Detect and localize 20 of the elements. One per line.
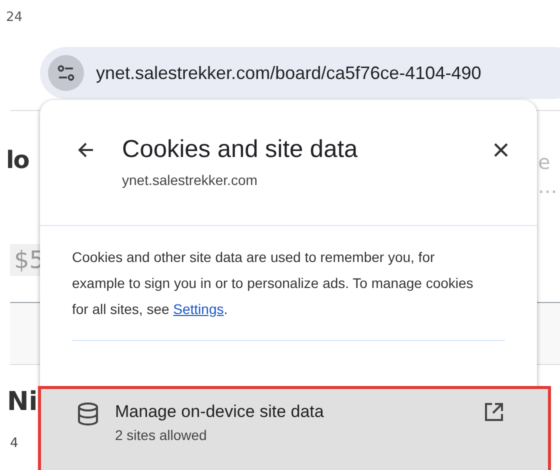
site-domain: ynet.salestrekker.com bbox=[122, 172, 258, 188]
back-arrow-icon bbox=[76, 140, 96, 160]
external-link-icon bbox=[484, 402, 504, 422]
address-bar[interactable]: ynet.salestrekker.com/board/ca5f76ce-4104-490 bbox=[40, 47, 560, 99]
item-subtitle: 2 sites allowed bbox=[115, 427, 208, 443]
page-text: 4 bbox=[10, 436, 18, 451]
site-settings-icon[interactable] bbox=[48, 55, 84, 91]
close-icon bbox=[493, 142, 509, 158]
back-button[interactable] bbox=[76, 140, 96, 160]
page-text: 24 bbox=[6, 10, 23, 25]
page-text: Ni bbox=[7, 387, 38, 417]
settings-link[interactable]: Settings bbox=[173, 301, 224, 317]
database-icon bbox=[77, 402, 99, 426]
manage-site-data-item[interactable]: Manage on-device site data 2 sites allowed bbox=[38, 386, 551, 470]
description-text: Cookies and other site data are used to remember you, for example to sign you in or to personalize ads. To manage cookies for all sites, see Settings. bbox=[72, 248, 474, 319]
page-text: e ... bbox=[538, 150, 558, 198]
page-text: lo bbox=[6, 146, 29, 174]
item-title: Manage on-device site data bbox=[115, 402, 324, 422]
close-button[interactable] bbox=[493, 142, 509, 158]
popup-title: Cookies and site data bbox=[122, 136, 358, 164]
